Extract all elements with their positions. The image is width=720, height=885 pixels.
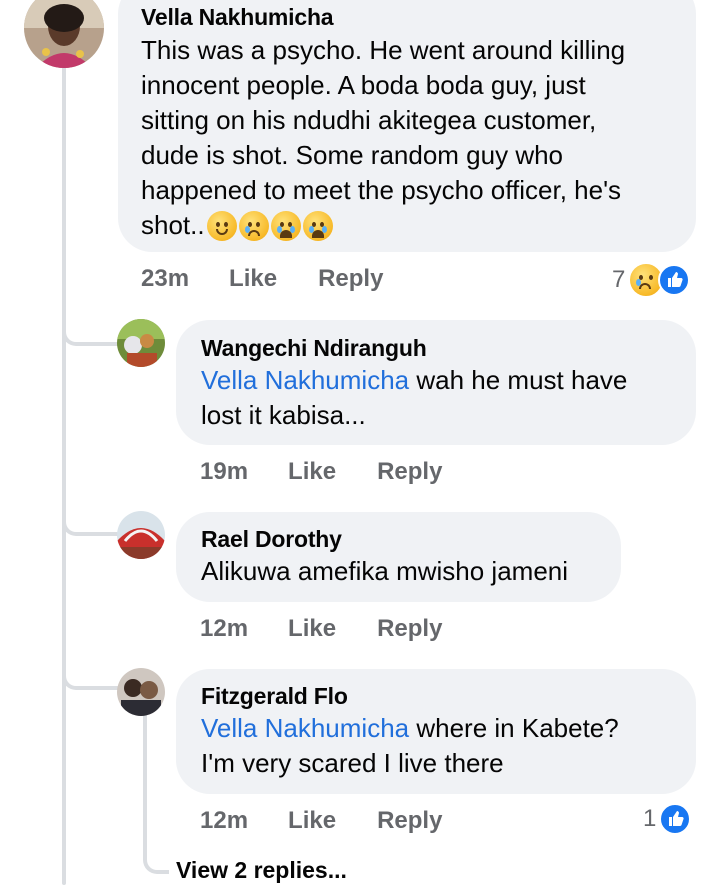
thread-elbow-3 [62, 640, 120, 690]
reply-text: Vella Nakhumicha wah he must have lost i… [201, 363, 672, 433]
reaction-summary[interactable]: 7 [612, 262, 691, 298]
reply-button[interactable]: Reply [377, 807, 442, 835]
comment-author[interactable]: Vella Nakhumicha [141, 4, 672, 31]
like-button[interactable]: Like [288, 458, 336, 486]
mention-link[interactable]: Vella Nakhumicha [201, 365, 409, 395]
comment-bubble[interactable]: Vella Nakhumicha This was a psycho. He w… [118, 0, 696, 252]
reaction-count: 1 [643, 805, 657, 832]
comment-timestamp[interactable]: 23m [141, 265, 189, 293]
reply-author[interactable]: Rael Dorothy [201, 526, 597, 553]
reply-bubble[interactable]: Wangechi Ndiranguh Vella Nakhumicha wah … [176, 320, 696, 445]
like-reaction-icon [659, 803, 692, 835]
thread-elbow-2 [62, 490, 120, 536]
reaction-summary[interactable]: 1 [643, 803, 692, 835]
reply-bubble[interactable]: Rael Dorothy Alikuwa amefika mwisho jame… [176, 512, 621, 602]
view-replies-link[interactable]: View 2 replies... [176, 857, 347, 884]
reply-bubble[interactable]: Fitzgerald Flo Vella Nakhumicha where in… [176, 669, 696, 794]
mention-link[interactable]: Vella Nakhumicha [201, 713, 409, 743]
reply-actions: 19m Like Reply [200, 458, 442, 486]
reply-button[interactable]: Reply [377, 458, 442, 486]
like-reaction-icon [658, 264, 691, 296]
avatar[interactable] [117, 668, 165, 716]
thread-elbow-view [143, 840, 169, 874]
avatar[interactable] [24, 0, 104, 68]
reply-button[interactable]: Reply [318, 265, 383, 293]
crying-face-icon [270, 210, 301, 241]
comment-actions: 23m Like Reply [141, 265, 383, 293]
reply-button[interactable]: Reply [377, 615, 442, 643]
thread-elbow-1 [62, 300, 120, 346]
reply-text-part: where in Kabete? [409, 713, 619, 743]
reply-text: Alikuwa amefika mwisho jameni [201, 556, 569, 586]
comment-text-line: dude is shot. Some random guy who [141, 140, 564, 170]
avatar[interactable] [117, 319, 165, 367]
thread-line-sub [143, 712, 147, 857]
reply-timestamp[interactable]: 19m [200, 458, 248, 486]
comment-text-line: This was a psycho. He went around killin… [141, 35, 626, 65]
comment-text-line-last: shot.. [141, 208, 672, 243]
reaction-count: 7 [612, 266, 626, 293]
thread-line-main [62, 66, 66, 885]
reply-actions: 12m Like Reply [200, 807, 442, 835]
comment-text: This was a psycho. He went around killin… [141, 33, 672, 243]
comment-text-line: shot.. [141, 210, 205, 240]
reply-timestamp[interactable]: 12m [200, 807, 248, 835]
avatar[interactable] [117, 511, 165, 559]
reply-timestamp[interactable]: 12m [200, 615, 248, 643]
like-button[interactable]: Like [288, 615, 336, 643]
reply-text-part: wah he must have [409, 365, 628, 395]
reply-text-part: lost it kabisa... [201, 400, 366, 430]
reply-author[interactable]: Wangechi Ndiranguh [201, 335, 672, 362]
crying-face-icon [302, 210, 333, 241]
worried-face-icon [206, 210, 237, 241]
reply-actions: 12m Like Reply [200, 615, 442, 643]
reply-text: Vella Nakhumicha where in Kabete? I'm ve… [201, 711, 672, 781]
comment-text-line: happened to meet the psycho officer, he'… [141, 175, 622, 205]
reply-text-part: I'm very scared I live there [201, 748, 504, 778]
sad-face-icon [238, 210, 269, 241]
comment-text-line: sitting on his ndudhi akitegea customer, [141, 105, 597, 135]
comment-text-line: innocent people. A boda boda guy, just [141, 70, 586, 100]
like-button[interactable]: Like [229, 265, 277, 293]
like-button[interactable]: Like [288, 807, 336, 835]
reply-author[interactable]: Fitzgerald Flo [201, 683, 672, 710]
